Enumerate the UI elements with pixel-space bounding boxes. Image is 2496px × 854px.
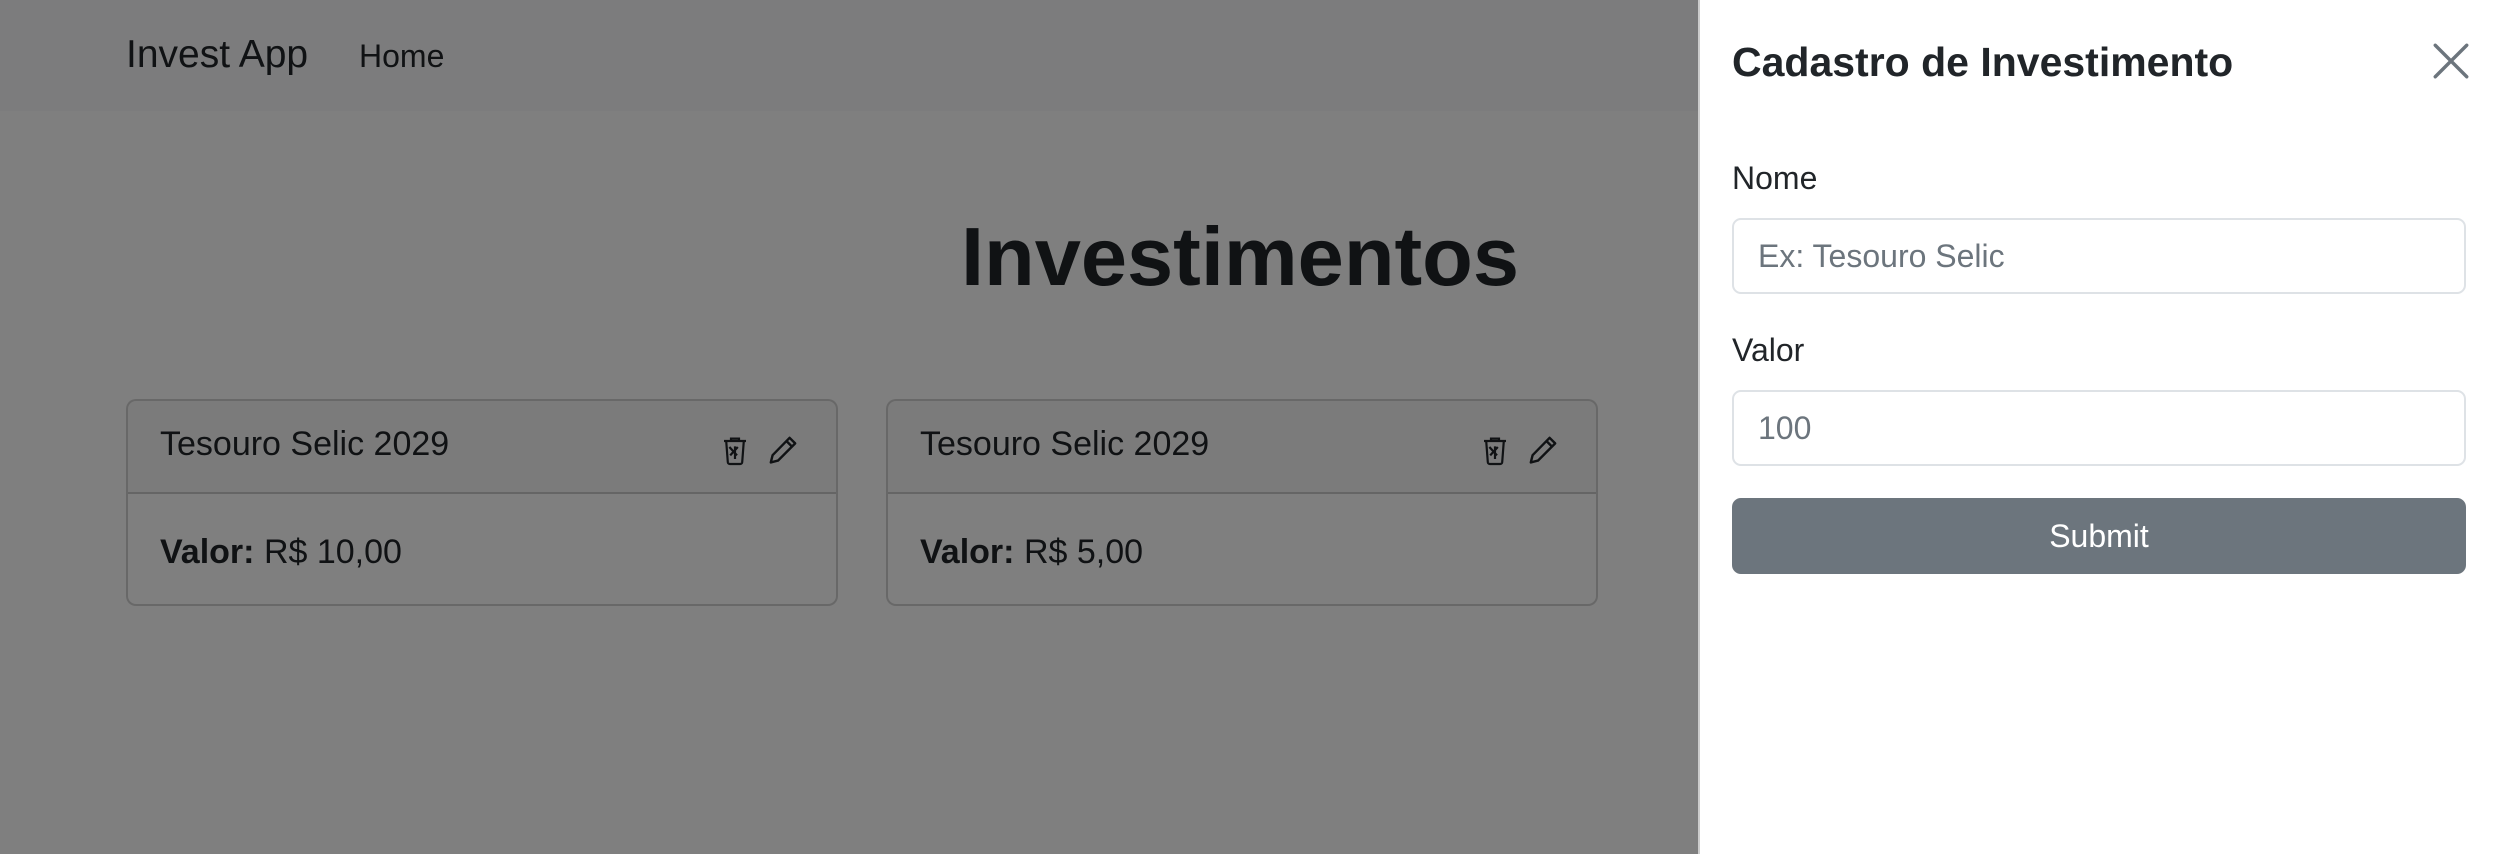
- close-icon[interactable]: [2430, 40, 2472, 82]
- page: Invest App Home Investimentos Tesouro Se…: [0, 0, 2496, 854]
- valor-label: Valor: [1732, 332, 1805, 368]
- valor-input[interactable]: [1732, 390, 2466, 466]
- offcanvas-title: Cadastro de Investimento: [1732, 39, 2234, 85]
- nome-input[interactable]: [1732, 218, 2466, 294]
- submit-button[interactable]: Submit: [1732, 498, 2466, 574]
- offcanvas-panel: Cadastro de Investimento Nome Valor Subm…: [1698, 0, 2496, 854]
- nome-label: Nome: [1732, 160, 1818, 196]
